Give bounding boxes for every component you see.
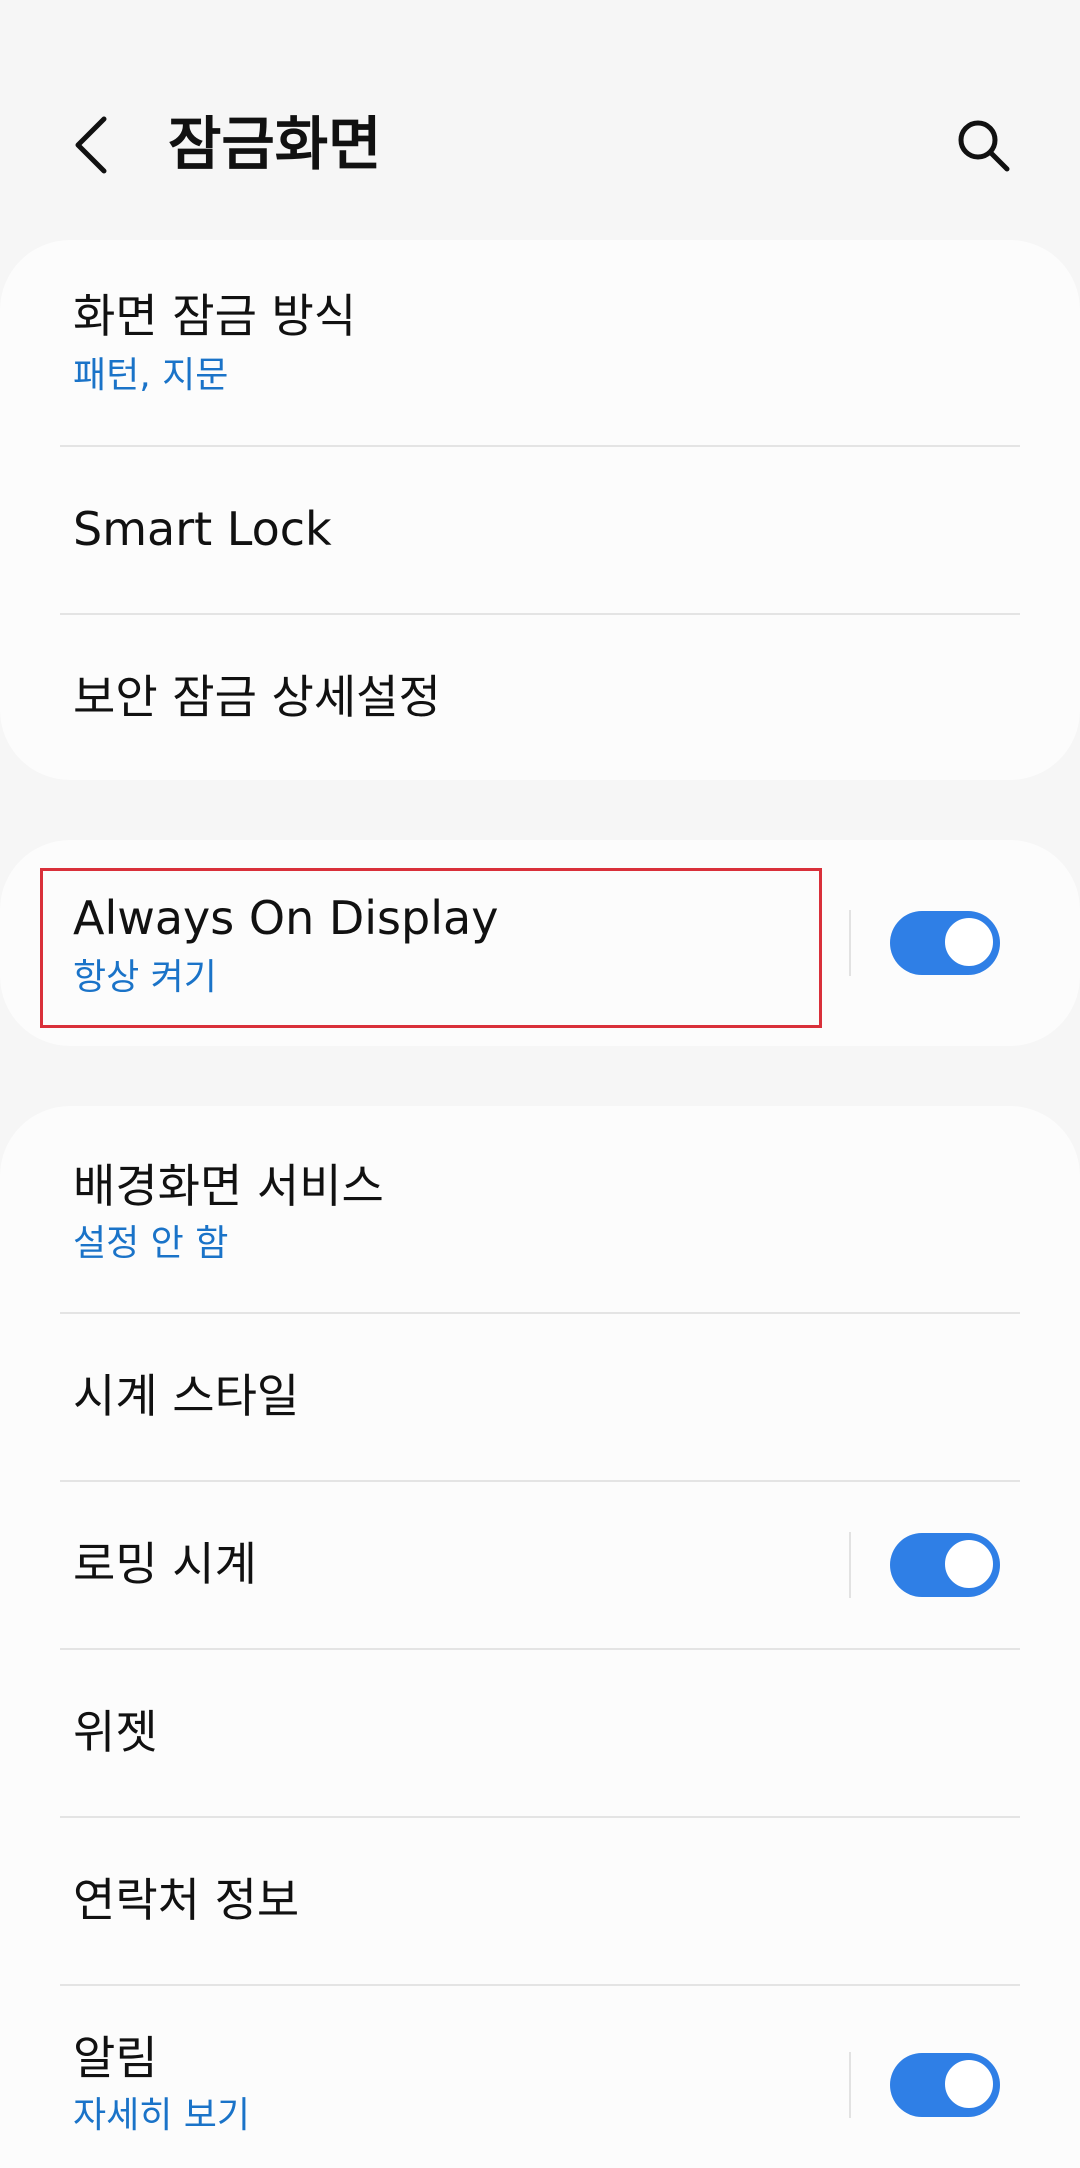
list-item-title: 로밍 시계 <box>73 1537 257 1591</box>
list-item-title: 위젯 <box>73 1705 158 1759</box>
list-item-title: 보안 잠금 상세설정 <box>73 670 441 724</box>
list-item-subtitle: 자세히 보기 <box>73 2095 251 2136</box>
list-item-title: 연락처 정보 <box>73 1873 300 1927</box>
list-item-secure-lock-settings[interactable]: 보안 잠금 상세설정 <box>0 615 1080 780</box>
search-button[interactable] <box>950 112 1016 178</box>
list-item-subtitle: 패턴, 지문 <box>73 355 229 396</box>
list-item-title: Smart Lock <box>73 502 332 556</box>
list-item-wallpaper-services[interactable]: 배경화면 서비스 설정 안 함 <box>0 1106 1080 1312</box>
vertical-separator <box>849 1532 851 1598</box>
vertical-separator <box>849 910 851 976</box>
app-bar: 잠금화면 <box>0 0 1080 230</box>
list-item-subtitle: 설정 안 함 <box>73 1223 229 1264</box>
back-button[interactable] <box>62 110 122 180</box>
list-item-title: 배경화면 서비스 <box>73 1159 384 1213</box>
toggle-knob <box>942 915 996 969</box>
toggle-knob <box>942 1537 996 1591</box>
list-item-smart-lock[interactable]: Smart Lock <box>0 447 1080 613</box>
list-item-contact-information[interactable]: 연락처 정보 <box>0 1818 1080 1984</box>
list-item-notifications[interactable]: 알림 자세히 보기 <box>0 1986 840 2168</box>
highlight-box <box>40 868 822 1028</box>
list-item-screen-lock-type[interactable]: 화면 잠금 방식 패턴, 지문 <box>0 240 1080 446</box>
toggle-knob <box>942 2057 996 2111</box>
roaming-clock-toggle[interactable] <box>890 1533 1000 1597</box>
lock-screen-features-card: 배경화면 서비스 설정 안 함 시계 스타일 로밍 시계 위젯 연락처 정보 알… <box>0 1106 1080 2168</box>
list-item-title: 시계 스타일 <box>73 1369 300 1423</box>
always-on-display-toggle[interactable] <box>890 911 1000 975</box>
chevron-left-icon <box>75 116 107 174</box>
page-title: 잠금화면 <box>168 110 382 178</box>
lock-settings-card: 화면 잠금 방식 패턴, 지문 Smart Lock 보안 잠금 상세설정 <box>0 240 1080 780</box>
search-icon <box>958 120 1010 172</box>
list-item-clock-style[interactable]: 시계 스타일 <box>0 1314 1080 1480</box>
list-item-title: 화면 잠금 방식 <box>73 289 357 343</box>
list-item-widgets[interactable]: 위젯 <box>0 1650 1080 1816</box>
vertical-separator <box>849 2052 851 2118</box>
list-item-roaming-clock[interactable]: 로밍 시계 <box>0 1482 840 1648</box>
notifications-toggle[interactable] <box>890 2053 1000 2117</box>
list-item-title: 알림 <box>73 2031 158 2085</box>
